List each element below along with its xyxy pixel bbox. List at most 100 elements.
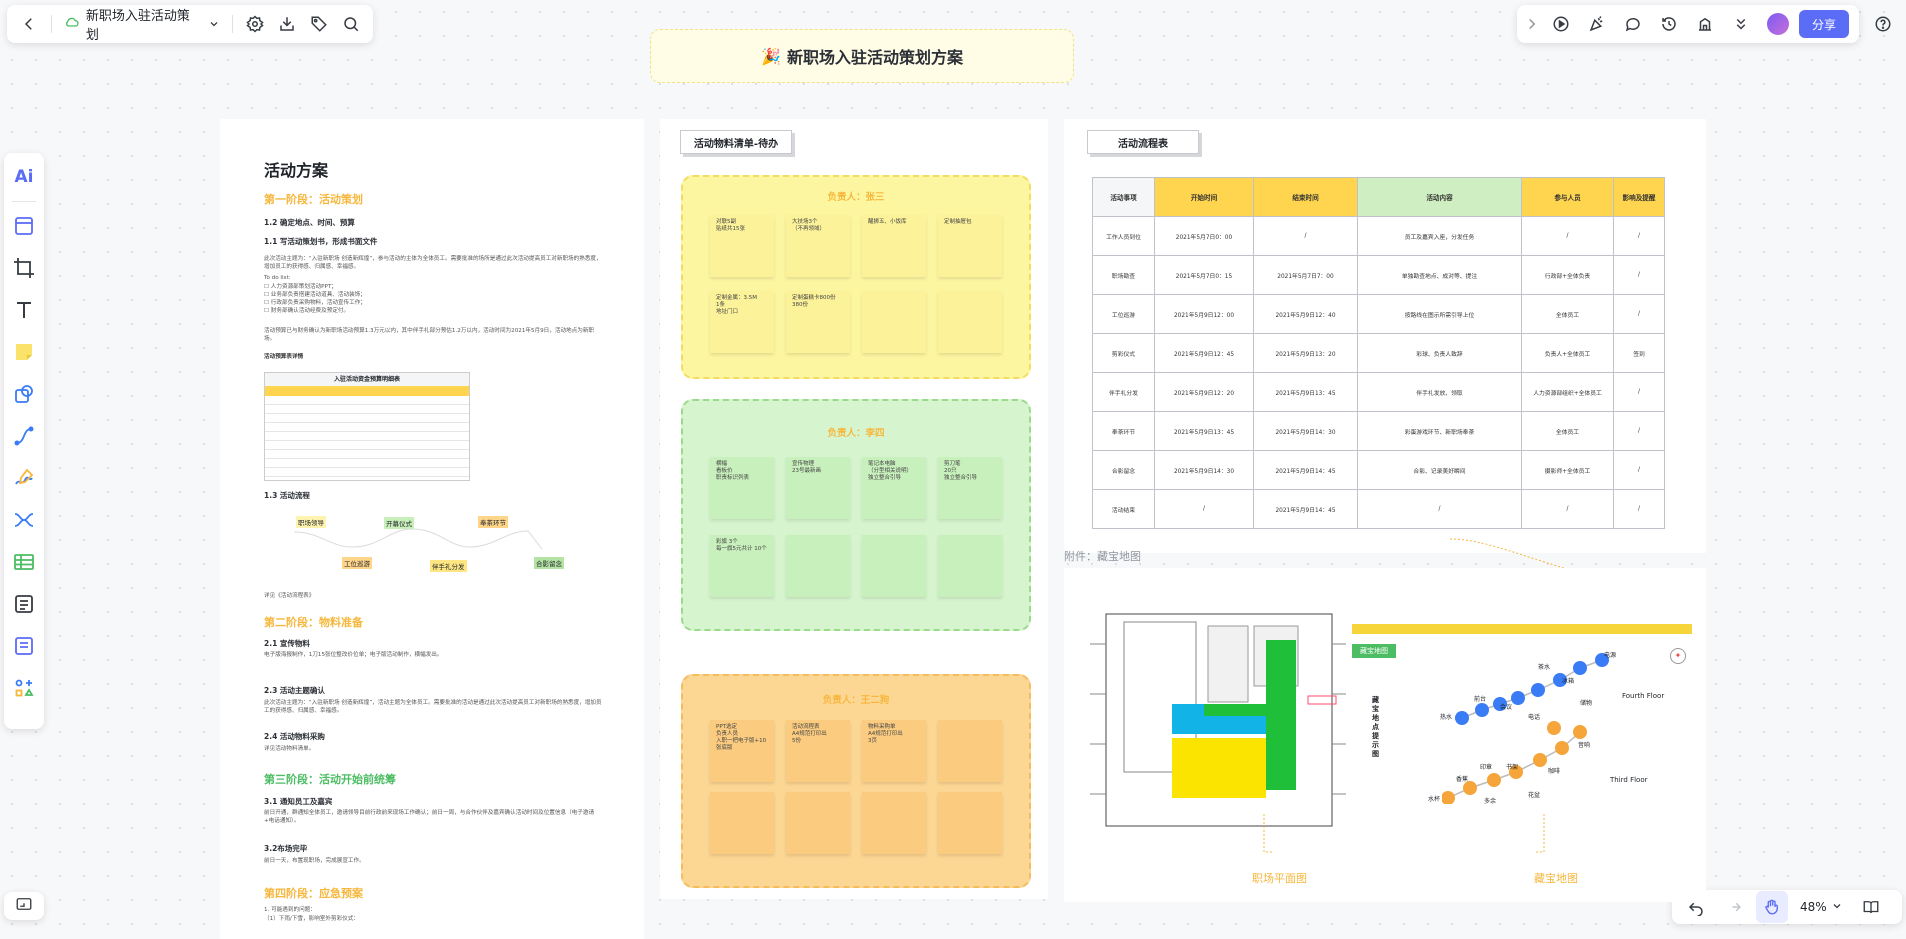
- ai-assistant-button[interactable]: Ai: [4, 157, 44, 197]
- schedule-header[interactable]: 活动流程表: [1087, 130, 1199, 154]
- help-icon[interactable]: [1867, 8, 1899, 40]
- stats-icon[interactable]: [1689, 8, 1721, 40]
- sticky-note[interactable]: 定制抽屉包: [938, 215, 1002, 277]
- activity-plan-doc[interactable]: 活动方案 第一阶段：活动策划 1.2 确定地点、时间、预算 1.1 写活动策划书…: [220, 119, 644, 939]
- table-row[interactable]: 伴手礼分发 2021年5月9日12：20 2021年5月9日13：45 伴手礼发放、领…: [1092, 372, 1665, 412]
- minimap-button[interactable]: [4, 892, 44, 920]
- sticky-note[interactable]: PPT选定 负责人员 入职一把电子版+10张底版: [710, 720, 774, 782]
- sticky-note[interactable]: [710, 792, 774, 854]
- table-row[interactable]: 奉茶环节 2021年5月9日13：45 2021年5月9日14：30 彩蛋游戏环节、新…: [1092, 411, 1665, 451]
- todo-item[interactable]: ☐ 财务部确认活动经费及预定付。: [264, 307, 366, 315]
- doc-title-dropdown[interactable]: 新职场入驻活动策划: [58, 5, 227, 43]
- table-cell: 2021年5月7日7：00: [1253, 255, 1358, 295]
- sticky-note[interactable]: 剪刀笔 20只 独立整合引导: [938, 457, 1002, 519]
- share-button[interactable]: 分享: [1799, 10, 1849, 38]
- sticky-note[interactable]: 大扶场3个 （不再领域）: [786, 215, 850, 277]
- zoom-dropdown[interactable]: 48%: [1794, 900, 1849, 915]
- list-card-icon[interactable]: [4, 628, 44, 664]
- floor-plan-image[interactable]: [1076, 604, 1356, 834]
- board-title-card[interactable]: 🎉 新职场入驻活动策划方案: [650, 29, 1074, 83]
- cloud-icon: [64, 14, 80, 34]
- table-row[interactable]: 合影留念 2021年5月9日14：30 2021年5月9日14：45 合影、记录美好瞬…: [1092, 450, 1665, 490]
- sticky-note[interactable]: [938, 792, 1002, 854]
- sticky-group-green[interactable]: 负责人：李四 横幅 看板价 职责标识列表 宣传物理 23号最新画 笔记本电脑 （…: [681, 399, 1031, 631]
- sticky-note[interactable]: 定制金属：3.5M 1条 地址门口: [710, 291, 774, 353]
- book-icon[interactable]: [1855, 891, 1887, 923]
- sticky-note[interactable]: 物料采购单 A4规范打印出 3页: [862, 720, 926, 782]
- materials-panel[interactable]: 活动物料清单-待办 负责人：张三 对联5副 贴纸共15张 大扶场3个 （不再领域…: [660, 119, 1048, 899]
- flow-link[interactable]: 详见《活动流程表》: [264, 592, 314, 600]
- sticky-note-icon[interactable]: [4, 334, 44, 370]
- table-row[interactable]: 工作人员到位 2021年5月7日0：00/员工及嘉宾入座，分发任务 / /: [1092, 216, 1665, 256]
- budget-table[interactable]: 入驻活动资金预算明细表: [264, 372, 470, 481]
- connector-icon[interactable]: [4, 418, 44, 454]
- sticky-note[interactable]: 横幅 看板价 职责标识列表: [710, 457, 774, 519]
- crop-icon[interactable]: [4, 250, 44, 286]
- back-icon[interactable]: [13, 8, 45, 40]
- collapse-icon[interactable]: [1523, 8, 1541, 40]
- table-cell: 2021年5月9日12：40: [1253, 294, 1358, 334]
- table-cell: 2021年5月9日14：30: [1154, 450, 1254, 490]
- sticky-note[interactable]: [862, 291, 926, 353]
- stage3-heading: 第三阶段：活动开始前统筹: [264, 773, 396, 786]
- stage2-heading: 第二阶段：物料准备: [264, 616, 363, 629]
- treasure-map-image[interactable]: 藏宝地图 藏宝地点提示图 Fourth Floor Third Floor 热水…: [1352, 624, 1692, 814]
- table-icon[interactable]: [4, 544, 44, 580]
- materials-header[interactable]: 活动物料清单-待办: [680, 130, 792, 154]
- sticky-note[interactable]: [938, 720, 1002, 782]
- mindmap-icon[interactable]: [4, 502, 44, 538]
- frame-icon[interactable]: [4, 208, 44, 244]
- sticky-group-yellow[interactable]: 负责人：张三 对联5副 贴纸共15张 大扶场3个 （不再领域） 醒狮五、小饭库 …: [681, 175, 1031, 379]
- redo-icon[interactable]: [1718, 891, 1750, 923]
- tag-icon[interactable]: [303, 8, 335, 40]
- schedule-table[interactable]: 活动事项 开始时间 结束时间 活动内容 参与人员 影响及提醒 工作人员到位 202…: [1092, 177, 1665, 529]
- download-icon[interactable]: [271, 8, 303, 40]
- sticky-note[interactable]: 醒狮五、小饭库: [862, 215, 926, 277]
- map-spot-label: 水杯: [1428, 796, 1441, 803]
- doc-card-icon[interactable]: [4, 586, 44, 622]
- sticky-note[interactable]: [862, 535, 926, 597]
- section-3-1-text: 前日开通，群通知全体员工，邀请领导目前行政前来现场工作确认；前日一周，与合作伙伴…: [264, 810, 595, 824]
- sticky-note[interactable]: [938, 291, 1002, 353]
- map-panel[interactable]: 藏宝地图 藏宝地点提示图 Fourth Floor Third Floor 热水…: [1064, 568, 1706, 902]
- sticky-note[interactable]: [786, 535, 850, 597]
- map-spot-label: 音响: [1578, 742, 1591, 749]
- sticky-note[interactable]: 活动流程表 A4规范打印出 5份: [786, 720, 850, 782]
- map-spot-label: 储物: [1580, 700, 1593, 707]
- sticky-note[interactable]: 彩旗 3个 每一旗5元共计 10个: [710, 535, 774, 597]
- sticky-group-orange[interactable]: 负责人：王二狗 PPT选定 负责人员 入职一把电子版+10张底版 活动流程表 A…: [681, 674, 1031, 888]
- more-tools-icon[interactable]: [4, 670, 44, 706]
- table-cell: 彩蛋游戏环节、新职场奉茶: [1357, 411, 1522, 451]
- table-cell: /: [1613, 372, 1665, 412]
- search-icon[interactable]: [335, 8, 367, 40]
- table-row[interactable]: 职场勘查 2021年5月7日0：15 2021年5月7日7：00 单独勘查地点、成对等…: [1092, 255, 1665, 295]
- celebrate-icon[interactable]: [1581, 8, 1613, 40]
- pen-icon[interactable]: [4, 460, 44, 496]
- more-icon[interactable]: [1725, 8, 1757, 40]
- comment-icon[interactable]: [1617, 8, 1649, 40]
- shape-icon[interactable]: [4, 376, 44, 412]
- map-caption: 附件：藏宝地图: [1064, 550, 1141, 563]
- treasure-map-banner: [1352, 624, 1692, 634]
- hand-tool-icon[interactable]: [1756, 891, 1788, 923]
- sticky-note[interactable]: 定制蛋糕卡800份 380份: [786, 291, 850, 353]
- history-icon[interactable]: [1653, 8, 1685, 40]
- sticky-note[interactable]: 笔记本电脑 （分型相关说明） 独立整合引导: [862, 457, 926, 519]
- avatar-icon[interactable]: [1767, 13, 1789, 35]
- todo-item[interactable]: ☐ 行政部负责采购物料，活动宣传工作；: [264, 299, 366, 307]
- todo-item[interactable]: ☐ 业务部负责搭建活动道具、活动装饰；: [264, 291, 366, 299]
- settings-icon[interactable]: [239, 8, 271, 40]
- sticky-note[interactable]: [786, 792, 850, 854]
- sticky-note[interactable]: 对联5副 贴纸共15张: [710, 215, 774, 277]
- todo-item[interactable]: ☐ 人力资源部策划活动PPT；: [264, 283, 366, 291]
- budget-link[interactable]: 活动预算表详情: [264, 353, 303, 361]
- present-icon[interactable]: [1545, 8, 1577, 40]
- schedule-panel[interactable]: 活动流程表 活动事项 开始时间 结束时间 活动内容 参与人员 影响及提醒 工作人…: [1064, 119, 1706, 580]
- text-icon[interactable]: [4, 292, 44, 328]
- sticky-note[interactable]: [938, 535, 1002, 597]
- table-row[interactable]: 剪彩仪式 2021年5月9日12：45 2021年5月9日13：20 彩球、负责人致辞…: [1092, 333, 1665, 373]
- sticky-note[interactable]: [862, 792, 926, 854]
- sticky-note[interactable]: 宣传物理 23号最新画: [786, 457, 850, 519]
- table-row[interactable]: 工位巡游 2021年5月9日12：00 2021年5月9日12：40 按路线在图示所需…: [1092, 294, 1665, 334]
- table-header-row: 活动事项 开始时间 结束时间 活动内容 参与人员 影响及提醒: [1092, 177, 1665, 217]
